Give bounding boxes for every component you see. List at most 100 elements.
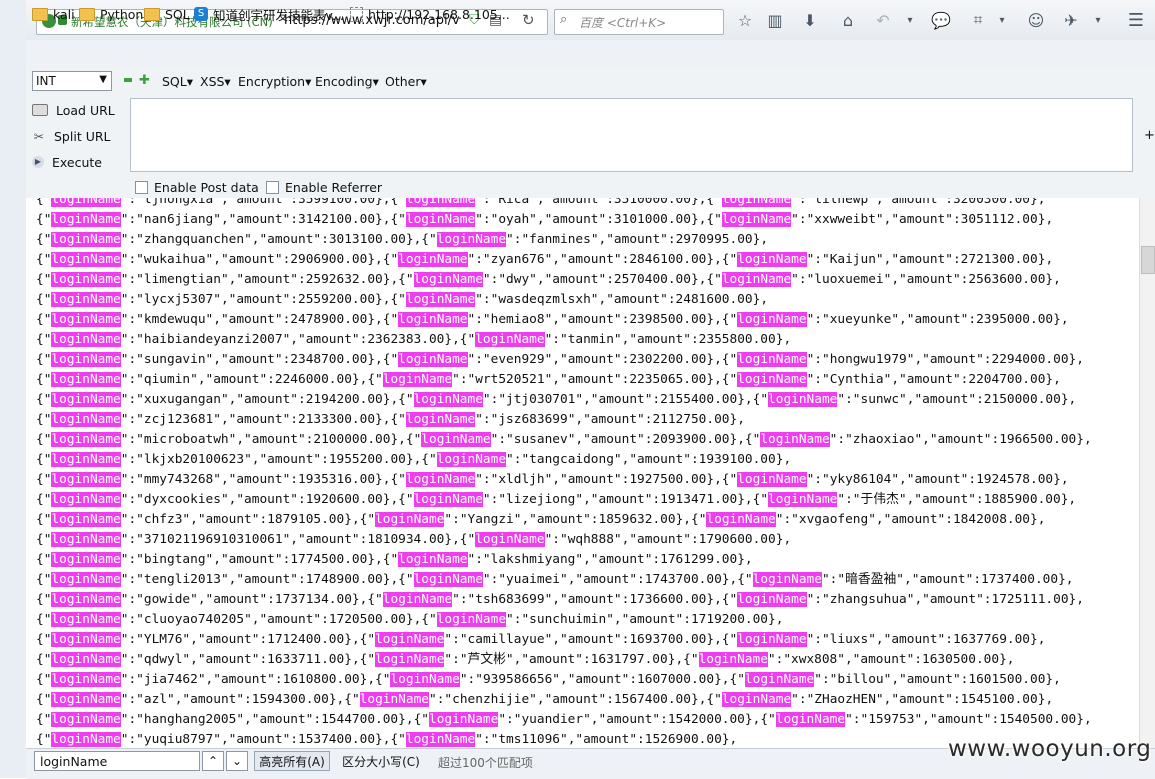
menu-icon[interactable]: ☰	[1124, 8, 1148, 32]
amount-value: 2246000.00	[274, 372, 352, 387]
json-punct: ,	[1045, 212, 1054, 227]
json-line: {"loginName":"jia7462","amount":1610800.…	[36, 670, 1092, 690]
highlighted-key: loginName	[775, 712, 846, 727]
json-punct: ":"	[120, 392, 144, 407]
load-url-button[interactable]: Load URL	[32, 99, 115, 121]
json-punct: ","amount":	[182, 512, 268, 527]
match-case-button[interactable]: 区分大小写(C)	[338, 751, 424, 771]
json-punct: }	[444, 332, 453, 347]
menu-encoding[interactable]: Encoding▾	[315, 74, 379, 89]
json-punct: }	[1045, 372, 1054, 387]
bookmark-item[interactable]: S 知道创宇研发技能表v...	[194, 5, 344, 23]
bookmark-star-icon[interactable]: ☆	[733, 8, 757, 32]
json-punct: ":"	[821, 572, 846, 587]
json-punct: ,{"	[714, 352, 738, 367]
json-punct: }	[706, 352, 715, 367]
menu-other[interactable]: Other▾	[385, 74, 427, 89]
enable-post-checkbox[interactable]: Enable Post data	[135, 180, 259, 195]
json-punct: }	[367, 552, 376, 567]
amount-value: 1790600.00	[698, 532, 776, 547]
json-punct: }	[1045, 272, 1054, 287]
smiley-icon[interactable]: ☺	[1024, 8, 1048, 32]
login-name-value: hanghang2005	[143, 712, 237, 727]
vertical-scrollbar[interactable]	[1139, 198, 1155, 748]
checkbox-box[interactable]	[135, 181, 148, 194]
json-punct: ":"	[120, 672, 144, 687]
menu-encryption[interactable]: Encryption▾	[238, 74, 311, 89]
bookmark-item[interactable]: SQL	[144, 5, 190, 23]
checkbox-box[interactable]	[266, 181, 279, 194]
json-punct: {"	[36, 552, 52, 567]
crop-icon[interactable]: ⌗	[966, 8, 990, 32]
highlight-all-button[interactable]: 高亮所有(A)	[254, 751, 330, 771]
highlighted-key: loginName	[51, 592, 121, 607]
json-punct: ","amount":	[529, 198, 614, 207]
downloads-icon[interactable]: ⬇	[798, 8, 822, 32]
login-name-value: zyan676	[490, 252, 545, 267]
chevron-down-icon[interactable]: ▾	[898, 8, 922, 32]
minus-icon[interactable]	[124, 78, 132, 82]
chevron-down-icon[interactable]: ▾	[990, 8, 1014, 32]
json-punct: ","amount":	[190, 372, 275, 387]
json-punct: }	[1030, 632, 1038, 647]
find-previous-button[interactable]: ⌃	[202, 751, 224, 771]
json-punct: ":"	[120, 452, 144, 467]
json-punct: {"	[36, 232, 52, 247]
json-punct: ,{"	[714, 472, 738, 487]
login-name-value: yuaimei	[506, 572, 560, 587]
home-icon[interactable]: ⌂	[836, 8, 860, 32]
execute-button[interactable]: ▶ Execute	[32, 151, 102, 173]
highlighted-key: loginName	[359, 692, 429, 707]
extension-icon[interactable]: ✈	[1059, 8, 1083, 32]
split-url-button[interactable]: ✂ Split URL	[32, 125, 111, 147]
json-punct: ":"	[120, 332, 144, 347]
play-icon: ▶	[32, 156, 44, 168]
json-punct: ":"	[837, 392, 861, 407]
scrollbar-thumb[interactable]	[1141, 246, 1155, 274]
bookmark-item[interactable]: http://192.168.8.105...	[350, 5, 510, 23]
amount-value: 1594300.00	[251, 692, 329, 707]
json-punct: {"	[36, 392, 52, 407]
json-punct: ,{"	[367, 672, 391, 687]
json-punct: ":"	[120, 572, 144, 587]
search-box[interactable]: ⌕ 百度 <Ctrl+K>	[554, 9, 724, 35]
highlighted-key: loginName	[51, 212, 121, 227]
json-punct: ,{"	[452, 532, 476, 547]
json-punct: ","amount":	[606, 612, 691, 627]
json-punct: ":"	[120, 692, 144, 707]
enable-referrer-checkbox[interactable]: Enable Referrer	[266, 180, 382, 195]
bookmark-item[interactable]: kali	[32, 5, 75, 23]
amount-value: 2093900.00	[652, 432, 730, 447]
reload-icon[interactable]: ↻	[522, 11, 535, 29]
json-punct: ","amount":	[899, 392, 984, 407]
menu-xss[interactable]: XSS▾	[200, 74, 231, 89]
chevron-down-icon[interactable]: ▾	[1086, 8, 1110, 32]
json-line: {"loginName":"dyxcookies","amount":19206…	[36, 490, 1092, 510]
find-next-button[interactable]: ⌄	[226, 751, 248, 771]
amount-value: 1885900.00	[983, 492, 1061, 507]
bookmark-item[interactable]: Python	[79, 5, 143, 23]
json-punct: ","amount":	[213, 732, 298, 747]
json-punct: }	[999, 652, 1007, 667]
json-punct: }	[706, 252, 715, 267]
bookmarks-menu-icon[interactable]: ▥	[763, 8, 787, 32]
json-punct: ","amount":	[583, 712, 668, 727]
find-input[interactable]: loginName	[34, 751, 200, 771]
plus-icon[interactable]: +	[1144, 128, 1155, 143]
json-punct: ,{"	[744, 392, 769, 407]
find-query[interactable]: loginName	[40, 754, 107, 769]
login-name-value: kmdewuqu	[143, 312, 206, 327]
hackbar-url-textarea[interactable]	[130, 98, 1133, 172]
chat-icon[interactable]: 💬	[929, 8, 953, 32]
type-select[interactable]: INT ▼	[32, 71, 112, 91]
json-punct: ":"	[498, 712, 522, 727]
json-punct: ","amount":	[898, 492, 984, 507]
json-punct: {"	[36, 732, 52, 747]
back-icon[interactable]: ↶	[871, 8, 895, 32]
highlighted-key: loginName	[721, 198, 792, 207]
amount-value: 1774500.00	[290, 552, 368, 567]
highlighted-key: loginName	[768, 392, 838, 407]
json-punct: ,	[1083, 432, 1092, 447]
plus-icon[interactable]: ✚	[139, 73, 150, 88]
menu-sql[interactable]: SQL▾	[162, 74, 193, 89]
